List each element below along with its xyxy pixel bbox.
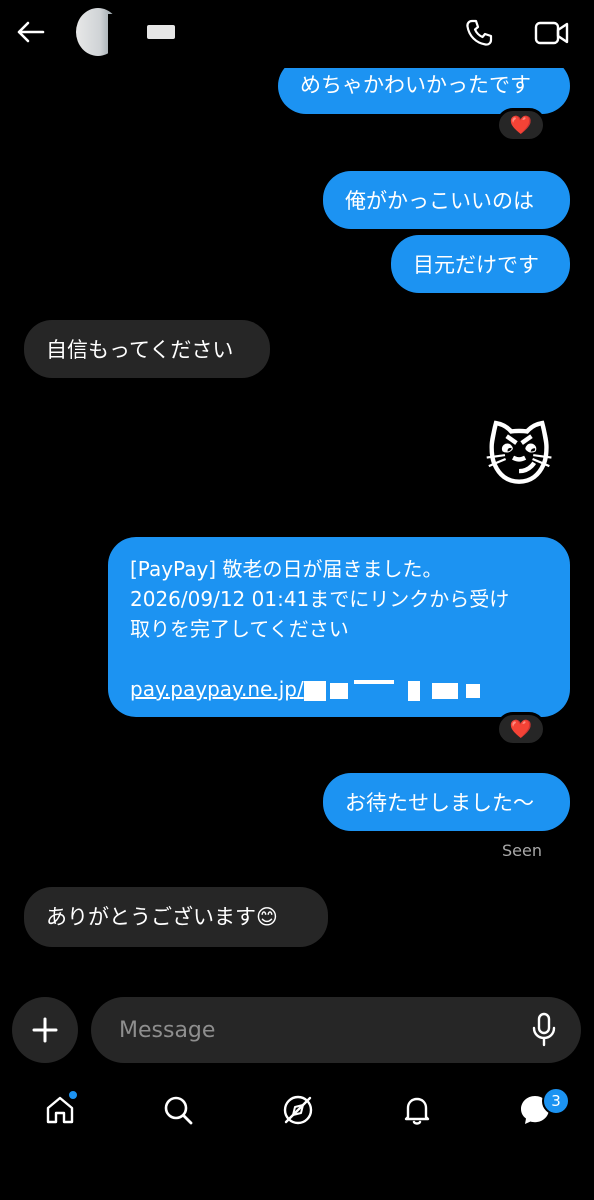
- voice-message-button[interactable]: [529, 1012, 559, 1048]
- cat-emoji-message[interactable]: 😼: [474, 412, 564, 502]
- video-camera-icon: [534, 21, 569, 45]
- messages-badge: 3: [542, 1087, 570, 1115]
- link-redaction: [303, 677, 480, 701]
- message-text: めちゃかわいかったです: [300, 73, 531, 97]
- paypay-link[interactable]: pay.paypay.ne.jp/: [130, 674, 548, 704]
- tab-search[interactable]: [158, 1090, 198, 1130]
- tab-notifications[interactable]: [397, 1090, 437, 1130]
- message-text: 俺がかっこいいのは: [345, 189, 534, 213]
- message-input[interactable]: [117, 1016, 521, 1044]
- explore-icon: [283, 1095, 313, 1125]
- bottom-tab-bar: [0, 1080, 594, 1140]
- message-reaction[interactable]: ❤️: [496, 108, 546, 142]
- heart-reaction-icon: ❤️: [509, 718, 533, 740]
- contact-name-redacted[interactable]: [147, 25, 175, 39]
- seen-status: Seen: [502, 841, 542, 860]
- heart-reaction-icon: ❤️: [509, 114, 533, 136]
- arrow-left-icon: [17, 21, 45, 43]
- message-line: [PayPay] 敬老の日が届きました。: [130, 557, 443, 581]
- cat-smirk-emoji: 😼: [484, 418, 554, 495]
- call-button[interactable]: [462, 16, 496, 50]
- chat-header: [0, 0, 594, 68]
- notifications-icon: [404, 1097, 430, 1125]
- message-outgoing-link[interactable]: [PayPay] 敬老の日が届きました。 2026/09/12 01:41までに…: [108, 537, 570, 717]
- message-text: 自信もってください: [46, 338, 234, 362]
- message-text: 目元だけです: [413, 253, 539, 277]
- message-outgoing[interactable]: 目元だけです: [391, 235, 570, 293]
- tab-explore[interactable]: [278, 1090, 318, 1130]
- phone-icon: [466, 19, 493, 46]
- back-button[interactable]: [12, 14, 48, 50]
- link-text: pay.paypay.ne.jp/: [130, 677, 304, 701]
- video-call-button[interactable]: [532, 16, 572, 50]
- message-text: お待たせしました〜: [345, 791, 534, 815]
- home-notification-dot: [67, 1089, 79, 1101]
- message-composer[interactable]: [91, 997, 581, 1063]
- avatar[interactable]: [76, 8, 120, 56]
- message-line: 2026/09/12 01:41までにリンクから受け: [130, 587, 510, 611]
- message-incoming[interactable]: ありがとうございます😊: [24, 887, 328, 947]
- add-attachment-button[interactable]: [12, 997, 78, 1063]
- message-outgoing[interactable]: 俺がかっこいいのは: [323, 171, 570, 229]
- message-line: 取りを完了してください: [130, 617, 349, 641]
- search-icon: [164, 1096, 193, 1125]
- microphone-icon: [532, 1012, 556, 1047]
- message-outgoing[interactable]: お待たせしました〜: [323, 773, 570, 831]
- message-text: ありがとうございます😊: [46, 905, 278, 929]
- message-incoming[interactable]: 自信もってください: [24, 320, 270, 378]
- plus-icon: [32, 1017, 58, 1043]
- message-reaction[interactable]: ❤️: [496, 712, 546, 746]
